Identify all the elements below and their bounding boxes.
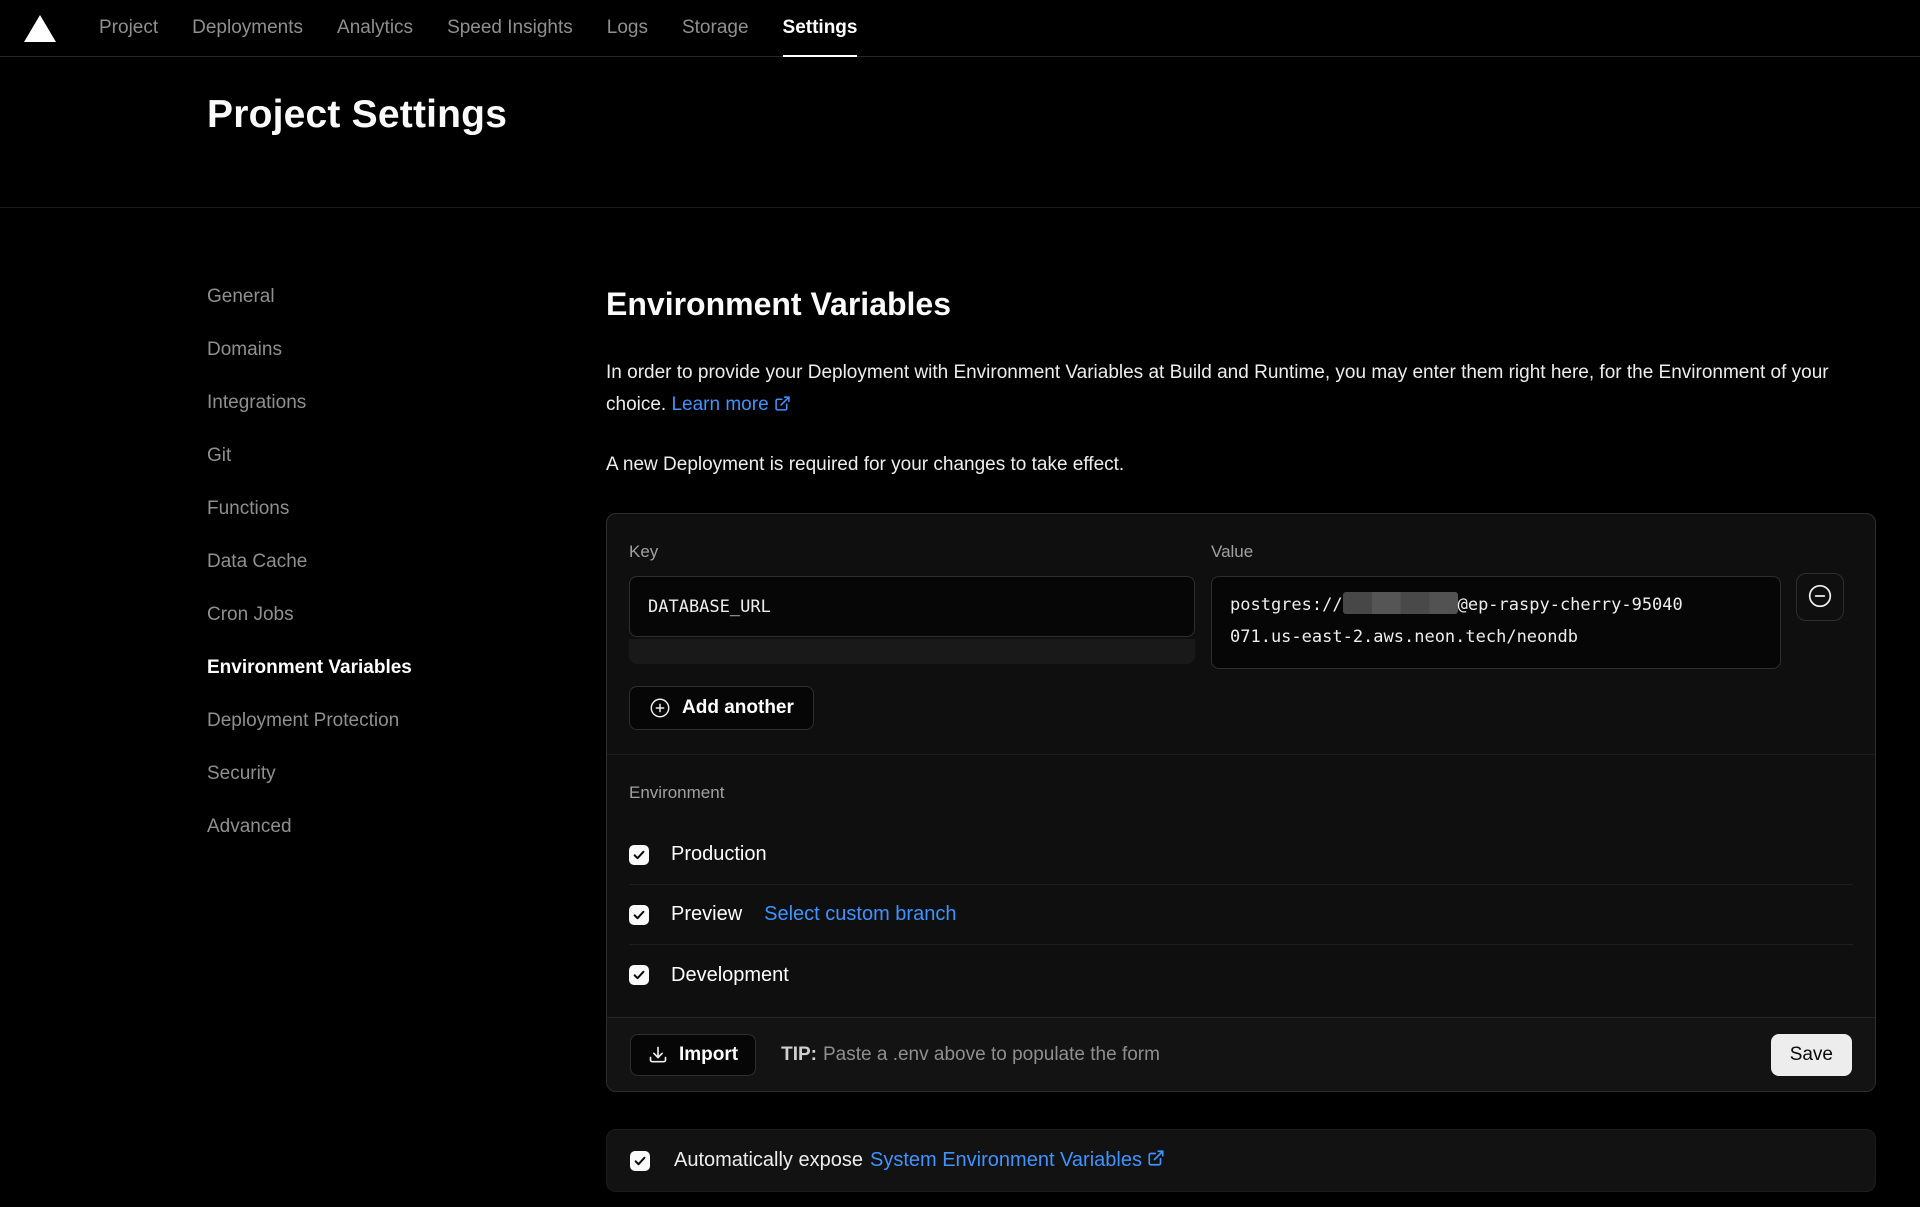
- tip-text: TIP: Paste a .env above to populate the f…: [781, 1044, 1160, 1066]
- add-another-button[interactable]: Add another: [629, 686, 814, 730]
- nav-tab-settings[interactable]: Settings: [766, 0, 875, 56]
- env-vars-card: Key Value postgres://@ep-raspy-cherry-95…: [606, 513, 1876, 1092]
- env-row-production: Production: [629, 825, 1853, 885]
- sidebar-item-security[interactable]: Security: [207, 763, 606, 785]
- environment-variables-panel: Environment Variables In order to provid…: [606, 286, 1876, 1192]
- expose-text: Automatically expose: [674, 1149, 863, 1172]
- deployment-note: A new Deployment is required for your ch…: [606, 454, 1876, 476]
- external-link-icon: [1147, 1149, 1165, 1173]
- sidebar-item-functions[interactable]: Functions: [207, 498, 606, 520]
- top-navigation: Project Deployments Analytics Speed Insi…: [0, 0, 1920, 57]
- nav-tab-speed-insights[interactable]: Speed Insights: [430, 0, 590, 56]
- sidebar-item-environment-variables[interactable]: Environment Variables: [207, 657, 606, 679]
- save-button[interactable]: Save: [1771, 1034, 1852, 1076]
- page-title: Project Settings: [207, 93, 1920, 137]
- redacted-credentials: [1343, 592, 1458, 614]
- external-link-icon: [774, 391, 791, 423]
- learn-more-link[interactable]: Learn more: [671, 394, 768, 415]
- environment-label: Environment: [629, 783, 1853, 803]
- sidebar-item-git[interactable]: Git: [207, 445, 606, 467]
- expose-system-env-card: Automatically expose System Environment …: [606, 1129, 1876, 1192]
- remove-row-button[interactable]: [1796, 573, 1844, 621]
- minus-circle-icon: [1807, 583, 1833, 612]
- plus-circle-icon: [649, 697, 671, 719]
- env-row-development: Development: [629, 945, 1853, 1005]
- key-input-shadow: [629, 639, 1195, 664]
- nav-tab-logs[interactable]: Logs: [590, 0, 665, 56]
- sidebar-item-general[interactable]: General: [207, 286, 606, 308]
- key-input[interactable]: [629, 576, 1195, 637]
- env-row-preview: Preview Select custom branch: [629, 885, 1853, 945]
- nav-tab-analytics[interactable]: Analytics: [320, 0, 430, 56]
- value-input[interactable]: postgres://@ep-raspy-cherry-95040 071.us…: [1211, 576, 1781, 669]
- preview-checkbox[interactable]: [629, 905, 649, 925]
- environment-section: Environment Production Preview Select cu…: [607, 754, 1875, 1011]
- vercel-logo[interactable]: [24, 0, 56, 56]
- preview-label: Preview: [671, 903, 742, 926]
- tip-body: Paste a .env above to populate the form: [823, 1044, 1160, 1065]
- sidebar-item-cron-jobs[interactable]: Cron Jobs: [207, 604, 606, 626]
- content-area: General Domains Integrations Git Functio…: [0, 208, 1920, 1192]
- nav-tab-project[interactable]: Project: [82, 0, 175, 56]
- sidebar-item-integrations[interactable]: Integrations: [207, 392, 606, 414]
- nav-tab-deployments[interactable]: Deployments: [175, 0, 320, 56]
- sidebar-item-data-cache[interactable]: Data Cache: [207, 551, 606, 573]
- development-label: Development: [671, 964, 789, 987]
- section-description: In order to provide your Deployment with…: [606, 357, 1876, 423]
- production-label: Production: [671, 843, 767, 866]
- value-label: Value: [1211, 542, 1781, 562]
- download-icon: [648, 1045, 668, 1065]
- import-button[interactable]: Import: [630, 1034, 756, 1076]
- sidebar-item-advanced[interactable]: Advanced: [207, 816, 606, 838]
- page-header: Project Settings: [0, 57, 1920, 208]
- env-var-form: Key Value postgres://@ep-raspy-cherry-95…: [607, 514, 1875, 730]
- system-env-vars-link[interactable]: System Environment Variables: [870, 1149, 1142, 1172]
- vercel-triangle-icon: [24, 15, 56, 42]
- card-footer: Import TIP: Paste a .env above to populat…: [607, 1017, 1875, 1091]
- production-checkbox[interactable]: [629, 845, 649, 865]
- sidebar-item-domains[interactable]: Domains: [207, 339, 606, 361]
- value-line-2: 071.us-east-2.aws.neon.tech/neondb: [1230, 621, 1762, 653]
- expose-checkbox[interactable]: [630, 1151, 650, 1171]
- development-checkbox[interactable]: [629, 965, 649, 985]
- settings-sidebar: General Domains Integrations Git Functio…: [207, 286, 606, 1192]
- key-label: Key: [629, 542, 1195, 562]
- select-custom-branch-link[interactable]: Select custom branch: [764, 903, 956, 926]
- sidebar-item-deployment-protection[interactable]: Deployment Protection: [207, 710, 606, 732]
- tip-bold: TIP:: [781, 1044, 817, 1065]
- section-title: Environment Variables: [606, 286, 1876, 323]
- import-label: Import: [679, 1044, 738, 1066]
- nav-tab-storage[interactable]: Storage: [665, 0, 766, 56]
- add-another-label: Add another: [682, 697, 794, 719]
- value-line-1: postgres://@ep-raspy-cherry-95040: [1230, 589, 1762, 621]
